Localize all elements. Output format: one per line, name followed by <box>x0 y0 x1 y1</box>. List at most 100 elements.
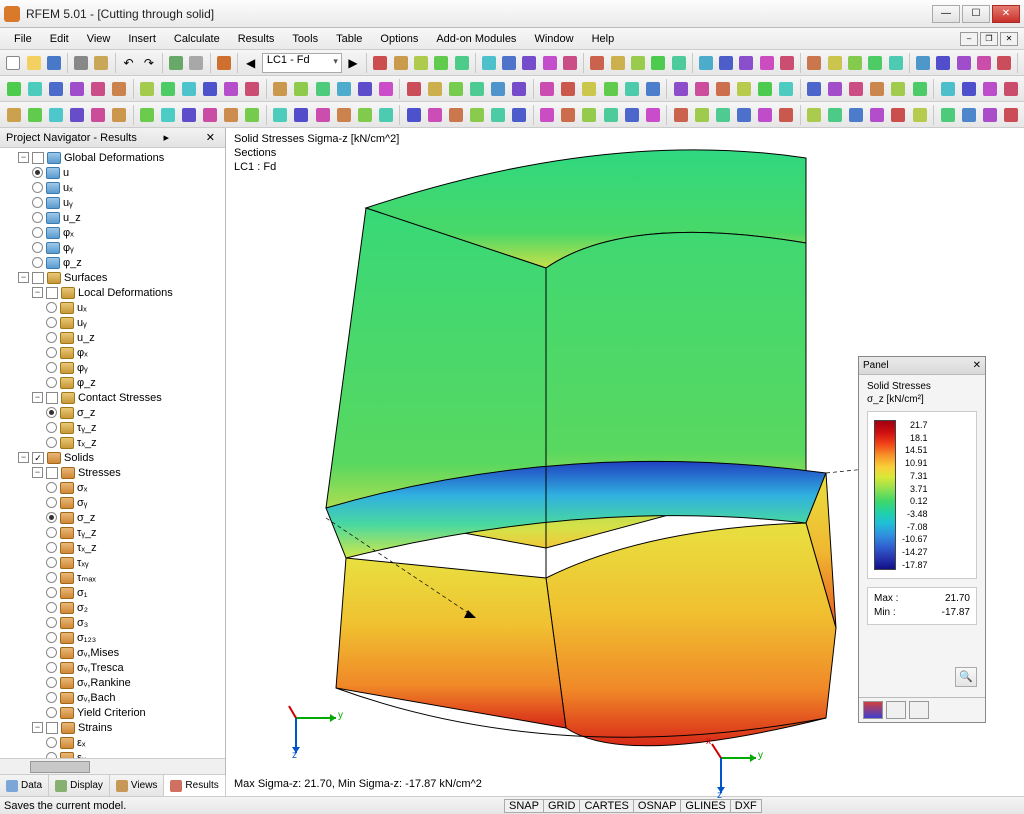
node-phix[interactable]: φₓ <box>0 225 225 240</box>
toolbar2-btn-25[interactable] <box>559 78 578 100</box>
toolbar3-btn-13[interactable] <box>292 104 311 126</box>
toolbar3-btn-36[interactable] <box>805 104 824 126</box>
menu-table[interactable]: Table <box>328 31 370 47</box>
node-st-7[interactable]: σ₁ <box>0 585 225 600</box>
node-u[interactable]: u <box>0 165 225 180</box>
toolbar1-btn-11[interactable] <box>608 52 626 74</box>
toolbar2-btn-14[interactable] <box>313 78 332 100</box>
menu-window[interactable]: Window <box>526 31 581 47</box>
toolbar1-btn-7[interactable] <box>520 52 538 74</box>
toolbar2-btn-43[interactable] <box>959 78 978 100</box>
node-cs-txz[interactable]: τₓ_z <box>0 435 225 450</box>
node-phiy[interactable]: φᵧ <box>0 240 225 255</box>
node-ld-phiz[interactable]: φ_z <box>0 375 225 390</box>
node-surfaces[interactable]: −Surfaces <box>0 270 225 285</box>
toolbar3-btn-0[interactable] <box>4 104 23 126</box>
toolbar1-btn-12[interactable] <box>629 52 647 74</box>
toolbar3-btn-2[interactable] <box>46 104 65 126</box>
toolbar1-btn-25[interactable] <box>914 52 932 74</box>
toolbar1-btn-15[interactable] <box>697 52 715 74</box>
toolbar1-btn-6[interactable] <box>500 52 518 74</box>
open-icon[interactable] <box>24 52 42 74</box>
toolbar3-btn-14[interactable] <box>313 104 332 126</box>
minimize-button[interactable]: — <box>932 5 960 23</box>
toolbar3-btn-30[interactable] <box>671 104 690 126</box>
tab-results[interactable]: Results <box>164 775 225 796</box>
toolbar3-btn-35[interactable] <box>777 104 796 126</box>
menu-options[interactable]: Options <box>372 31 426 47</box>
node-st-13[interactable]: σᵥ,Rankine <box>0 675 225 690</box>
loadcase-combo[interactable]: LC1 - Fd <box>262 53 342 73</box>
toolbar3-btn-28[interactable] <box>622 104 641 126</box>
toolbar1-btn-29[interactable] <box>995 52 1013 74</box>
toolbar2-btn-16[interactable] <box>355 78 374 100</box>
toolbar2-btn-27[interactable] <box>601 78 620 100</box>
maximize-button[interactable]: ☐ <box>962 5 990 23</box>
node-st-0[interactable]: σₓ <box>0 480 225 495</box>
toolbar2-btn-6[interactable] <box>137 78 156 100</box>
toolbar2-btn-40[interactable] <box>889 78 908 100</box>
print-icon[interactable] <box>72 52 90 74</box>
navigator-tree[interactable]: −Global Deformations u uₓ uᵧ u_z φₓ φᵧ φ… <box>0 148 225 758</box>
toolbar3-btn-12[interactable] <box>271 104 290 126</box>
toolbar2-btn-20[interactable] <box>446 78 465 100</box>
toolbar3-btn-7[interactable] <box>159 104 178 126</box>
toolbar3-btn-11[interactable] <box>243 104 262 126</box>
menu-insert[interactable]: Insert <box>120 31 164 47</box>
node-st-4[interactable]: τₓ_z <box>0 540 225 555</box>
node-ld-phix[interactable]: φₓ <box>0 345 225 360</box>
node-ld-ux[interactable]: uₓ <box>0 300 225 315</box>
osnap-toggle[interactable]: OSNAP <box>633 799 682 813</box>
calculate-icon[interactable] <box>214 52 232 74</box>
toolbar2-btn-32[interactable] <box>713 78 732 100</box>
node-st-3[interactable]: τᵧ_z <box>0 525 225 540</box>
toolbar1-btn-20[interactable] <box>805 52 823 74</box>
panel-tab-2[interactable] <box>886 701 906 719</box>
toolbar3-btn-22[interactable] <box>489 104 508 126</box>
toolbar2-btn-42[interactable] <box>938 78 957 100</box>
node-local-deformations[interactable]: −Local Deformations <box>0 285 225 300</box>
toolbar3-btn-1[interactable] <box>25 104 44 126</box>
toolbar2-btn-35[interactable] <box>777 78 796 100</box>
toolbar3-btn-34[interactable] <box>755 104 774 126</box>
save-icon[interactable] <box>45 52 63 74</box>
toolbar1-btn-10[interactable] <box>588 52 606 74</box>
node-ld-phiy[interactable]: φᵧ <box>0 360 225 375</box>
toolbar1-btn-22[interactable] <box>846 52 864 74</box>
mdi-minimize-button[interactable]: – <box>960 32 978 46</box>
toolbar2-btn-12[interactable] <box>271 78 290 100</box>
snap-toggle[interactable]: SNAP <box>504 799 544 813</box>
toolbar3-btn-5[interactable] <box>109 104 128 126</box>
panel-zoom-icon[interactable]: 🔍 <box>955 667 977 687</box>
node-stresses[interactable]: −Stresses <box>0 465 225 480</box>
node-st-14[interactable]: σᵥ,Bach <box>0 690 225 705</box>
menu-tools[interactable]: Tools <box>284 31 326 47</box>
toolbar3-btn-37[interactable] <box>826 104 845 126</box>
toolbar3-btn-38[interactable] <box>847 104 866 126</box>
menu-view[interactable]: View <box>79 31 119 47</box>
toolbar1-btn-9[interactable] <box>561 52 579 74</box>
toolbar2-btn-9[interactable] <box>201 78 220 100</box>
toolbar3-btn-39[interactable] <box>868 104 887 126</box>
toolbar2-btn-24[interactable] <box>538 78 557 100</box>
toolbar1-btn-5[interactable] <box>480 52 498 74</box>
viewport[interactable]: Solid Stresses Sigma-z [kN/cm^2] Section… <box>226 128 1024 796</box>
toolbar3-btn-9[interactable] <box>201 104 220 126</box>
menu-edit[interactable]: Edit <box>42 31 77 47</box>
tree-hscroll[interactable] <box>0 758 225 774</box>
toolbar2-btn-36[interactable] <box>805 78 824 100</box>
node-st-11[interactable]: σᵥ,Mises <box>0 645 225 660</box>
toolbar2-btn-38[interactable] <box>847 78 866 100</box>
toolbar1-btn-1[interactable] <box>391 52 409 74</box>
toolbar2-btn-31[interactable] <box>692 78 711 100</box>
menu-help[interactable]: Help <box>584 31 623 47</box>
node-sn-1[interactable]: εᵧ <box>0 750 225 758</box>
panel-header[interactable]: Panel ✕ <box>859 357 985 375</box>
node-st-9[interactable]: σ₃ <box>0 615 225 630</box>
toolbar2-btn-37[interactable] <box>826 78 845 100</box>
toolbar3-btn-23[interactable] <box>510 104 529 126</box>
node-uz[interactable]: u_z <box>0 210 225 225</box>
toolbar3-btn-33[interactable] <box>734 104 753 126</box>
toolbar2-btn-4[interactable] <box>88 78 107 100</box>
node-st-5[interactable]: τₓᵧ <box>0 555 225 570</box>
